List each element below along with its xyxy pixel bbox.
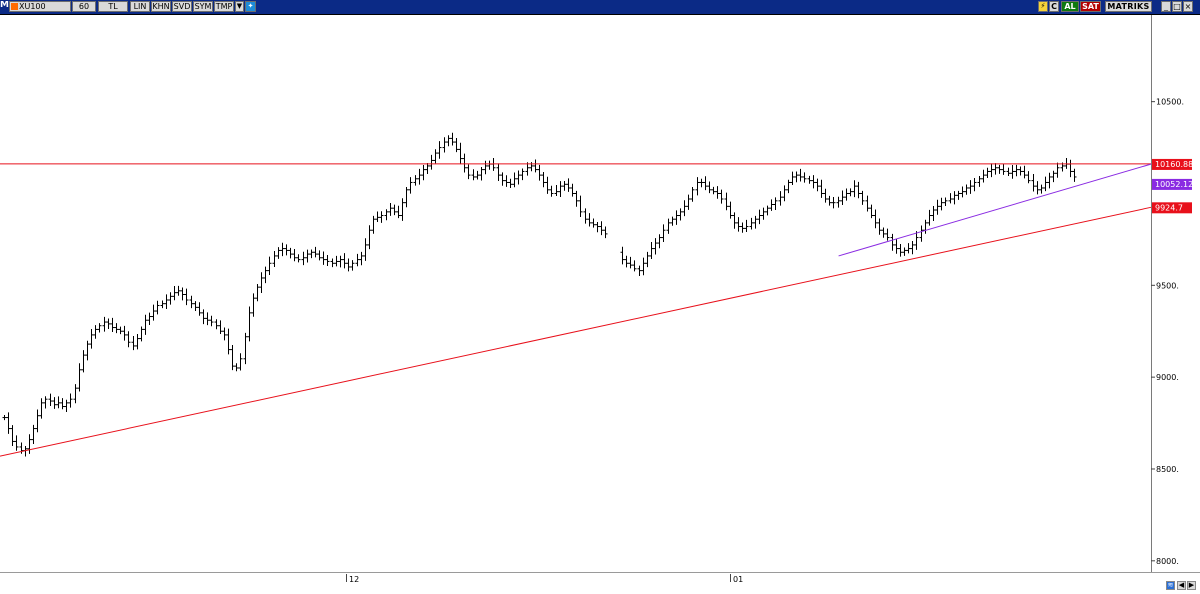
lin-button[interactable]: LIN <box>130 1 150 12</box>
price-axis-label: 9000. <box>1156 373 1179 382</box>
svd-button[interactable]: SVD <box>172 1 192 12</box>
sell-button[interactable]: SAT <box>1080 1 1101 12</box>
minimize-button[interactable]: _ <box>1161 1 1171 12</box>
price-axis-label: 9500. <box>1156 281 1179 290</box>
time-tick <box>346 574 347 582</box>
buy-button[interactable]: AL <box>1061 1 1079 12</box>
time-label-01: 01 <box>733 575 744 584</box>
chart-settings-icon[interactable]: ≋ <box>1166 581 1175 590</box>
sym-button[interactable]: SYM <box>193 1 213 12</box>
chart-background <box>0 15 1200 572</box>
close-button[interactable]: × <box>1183 1 1193 12</box>
price-tag-label: 10052.12 <box>1155 180 1193 189</box>
price-axis-label: 8000. <box>1156 557 1179 566</box>
price-axis-label: 8500. <box>1156 465 1179 474</box>
price-tag-label: 10160.88 <box>1155 160 1193 169</box>
price-chart[interactable]: 10500. 9500. 9000. 8500. 8000. 10160.88 10052… <box>0 15 1200 572</box>
khn-button[interactable]: KHN <box>151 1 171 12</box>
symbol-field[interactable]: XU100 <box>9 1 71 12</box>
price-axis-label: 10500. <box>1156 98 1184 107</box>
time-tick <box>730 574 731 582</box>
maximize-button[interactable]: □ <box>1172 1 1182 12</box>
dropdown-icon[interactable]: ▼ <box>235 1 244 12</box>
time-axis: 12 01 ≋ ◀ ▶ <box>0 572 1200 594</box>
time-label-12: 12 <box>349 575 360 584</box>
lightning-icon[interactable]: ⚡ <box>1038 1 1048 12</box>
tmp-button[interactable]: TMP <box>214 1 234 12</box>
twitter-icon[interactable]: ✦ <box>245 1 256 12</box>
price-tags: 10160.88 10052.12 9924.7 <box>1152 158 1193 214</box>
price-tag-label: 9924.7 <box>1155 203 1183 212</box>
scroll-left-icon[interactable]: ◀ <box>1177 581 1186 590</box>
symbol-icon <box>11 3 18 10</box>
menu-m-button[interactable]: M <box>0 1 9 12</box>
brand-label: MATRIKS <box>1105 1 1152 12</box>
currency-field[interactable]: TL <box>98 1 128 12</box>
symbol-label: XU100 <box>19 2 46 11</box>
chart-toolbar: M XU100 60 TL LIN KHN SVD SYM TMP ▼ ✦ ⚡ … <box>0 0 1200 15</box>
c-icon[interactable]: C <box>1049 1 1059 12</box>
period-field[interactable]: 60 <box>72 1 96 12</box>
scroll-right-icon[interactable]: ▶ <box>1187 581 1196 590</box>
